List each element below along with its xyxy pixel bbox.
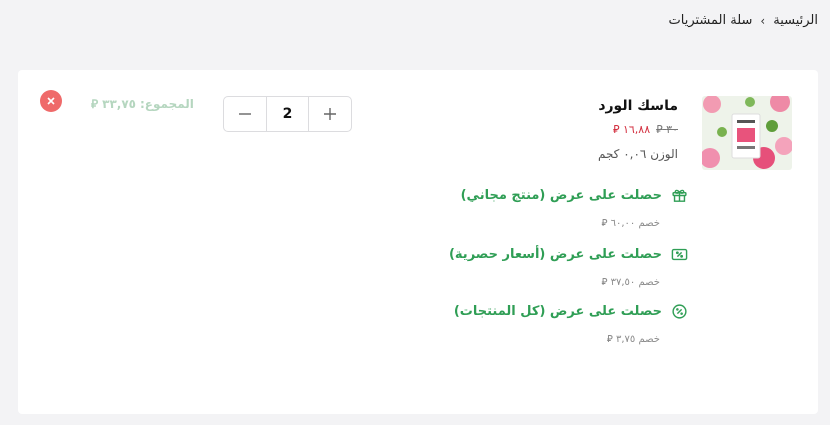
remove-item-button[interactable] <box>40 90 62 112</box>
quantity-stepper: 2 <box>223 96 352 132</box>
offer-discount: خصم ٣,٧٥ ⃁ <box>606 334 660 345</box>
currency-icon: ⃁ <box>656 123 663 136</box>
breadcrumb-separator: › <box>760 13 766 28</box>
offer-row: حصلت على عرض (كل المنتجات) <box>454 302 688 320</box>
increase-quantity-button[interactable] <box>309 97 351 131</box>
cart-item-card: ماسك الورد ٣٠ ⃁ ١٦,٨٨ ⃁ الوزن ٠,٠٦ كجم ح… <box>18 70 818 414</box>
total-value: ٣٣,٧٥ <box>102 97 136 111</box>
offer-row: حصلت على عرض (منتج مجاني) <box>461 186 688 204</box>
offer-row: حصلت على عرض (أسعار حصرية) <box>449 245 688 263</box>
product-weight: الوزن ٠,٠٦ كجم <box>597 147 678 161</box>
breadcrumb-home-link[interactable]: الرئيسية <box>773 13 818 28</box>
item-total: المجموع: ٣٣,٧٥ ⃁ <box>91 97 194 112</box>
close-icon <box>47 97 55 105</box>
percent-tag-icon <box>670 245 688 263</box>
discount-badge-icon <box>670 302 688 320</box>
currency-icon: ⃁ <box>601 277 608 288</box>
offer-discount: خصم ٣٧,٥٠ ⃁ <box>601 277 660 288</box>
currency-icon: ⃁ <box>601 218 608 229</box>
sale-price: ١٦,٨٨ ⃁ <box>612 123 651 136</box>
currency-icon: ⃁ <box>612 123 620 136</box>
currency-icon: ⃁ <box>91 97 99 111</box>
offer-title: حصلت على عرض (كل المنتجات) <box>453 303 662 319</box>
decrease-quantity-button[interactable] <box>224 97 266 131</box>
product-name[interactable]: ماسك الورد <box>598 98 678 114</box>
total-label: المجموع: <box>140 97 194 111</box>
product-prices: ٣٠ ⃁ ١٦,٨٨ ⃁ <box>613 123 678 137</box>
offer-discount: خصم ٦٠,٠٠ ⃁ <box>601 218 660 229</box>
breadcrumb-current: سلة المشتريات <box>668 13 753 28</box>
currency-icon: ⃁ <box>606 334 613 345</box>
quantity-value[interactable]: 2 <box>266 97 309 131</box>
original-price: ٣٠ ⃁ <box>656 123 678 136</box>
offer-title: حصلت على عرض (منتج مجاني) <box>460 187 662 203</box>
offer-title: حصلت على عرض (أسعار حصرية) <box>448 246 662 262</box>
breadcrumb: الرئيسية › سلة المشتريات <box>669 13 819 28</box>
gift-icon <box>670 186 688 204</box>
product-image[interactable] <box>702 96 792 170</box>
